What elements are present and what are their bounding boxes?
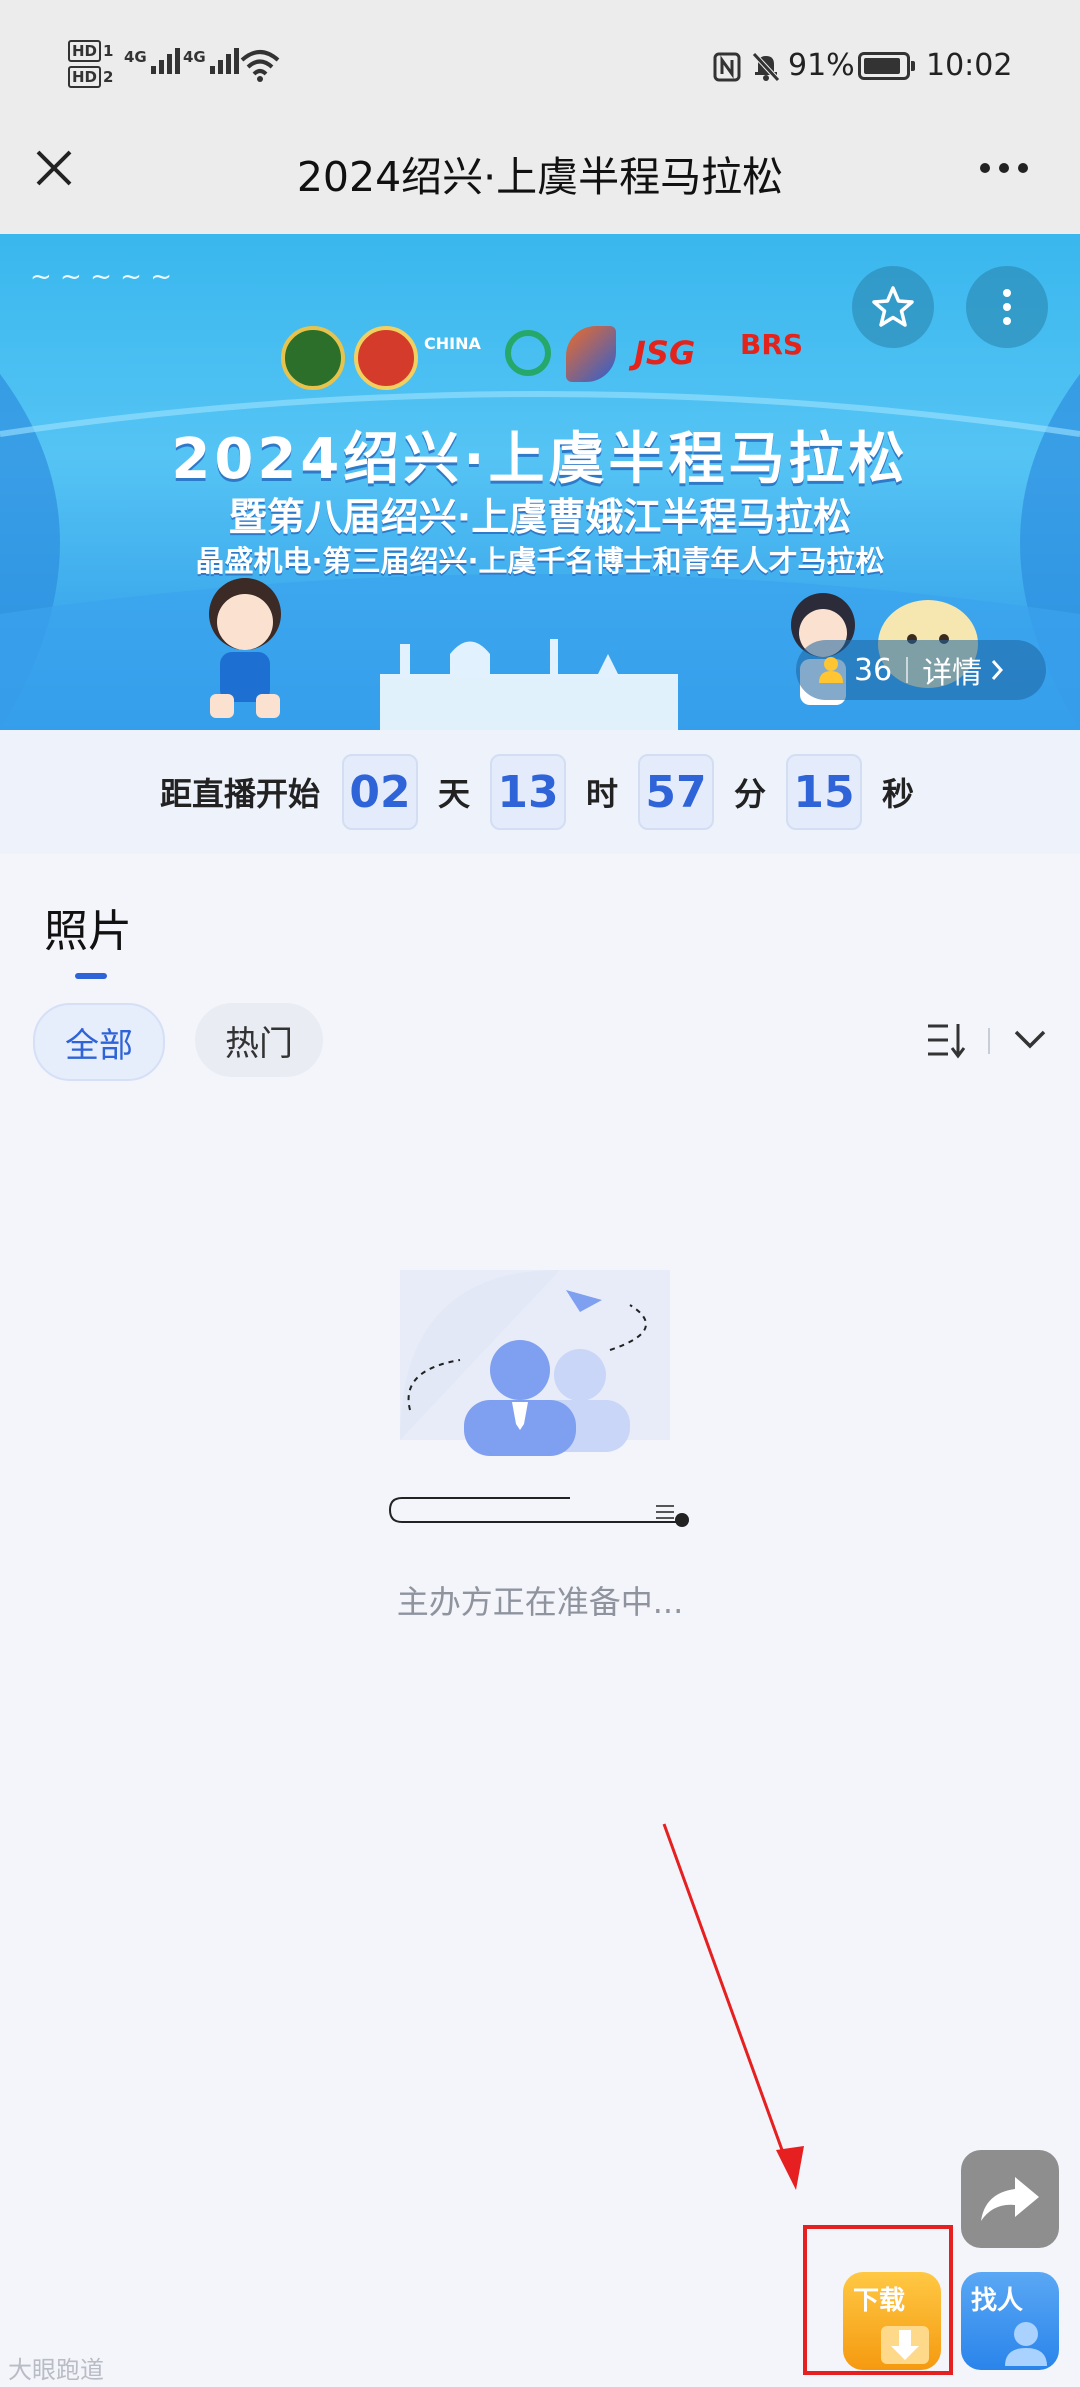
filter-chip-hot[interactable]: 热门 bbox=[195, 1003, 323, 1077]
countdown-days-unit: 天 bbox=[437, 775, 470, 813]
sort-divider bbox=[988, 1028, 990, 1054]
sort-icon[interactable] bbox=[926, 1020, 972, 1060]
details-label: 详情 bbox=[922, 656, 983, 691]
download-label: 下载 bbox=[853, 2286, 906, 2316]
favorite-button[interactable] bbox=[852, 266, 934, 348]
signal-1-icon: 4G bbox=[124, 48, 180, 74]
face-scan-icon bbox=[1005, 2322, 1047, 2366]
download-box-icon bbox=[881, 2326, 929, 2364]
chevron-down-icon[interactable] bbox=[1010, 1022, 1050, 1058]
sponsor-logo-1 bbox=[281, 326, 345, 390]
clock: 10:02 bbox=[926, 48, 1013, 83]
network-type-1: 4G bbox=[124, 48, 147, 66]
chevron-right-icon bbox=[992, 660, 1004, 680]
annotation-arrow bbox=[662, 1823, 804, 2190]
battery-icon bbox=[858, 52, 915, 80]
brs-logo: BRS bbox=[740, 328, 804, 361]
wifi-icon bbox=[240, 50, 280, 82]
countdown-hours-unit: 时 bbox=[585, 775, 618, 813]
active-tab-indicator bbox=[75, 973, 107, 979]
sim1-number: 1 bbox=[103, 42, 114, 60]
mascot-character-left bbox=[209, 578, 281, 718]
more-menu-icon[interactable] bbox=[978, 160, 1030, 176]
countdown-days: 02 bbox=[341, 754, 418, 830]
countdown-seconds-unit: 秒 bbox=[882, 775, 915, 813]
share-button[interactable] bbox=[961, 2150, 1059, 2248]
shangyu-logo bbox=[505, 330, 551, 376]
viewer-count: 36 bbox=[854, 652, 893, 688]
details-pill[interactable]: 36 详情 bbox=[796, 640, 1046, 700]
banner-subtitle-1: 暨第八届绍兴·上虞曹娥江半程马拉松 bbox=[228, 495, 852, 539]
empty-state-illustration bbox=[389, 1270, 689, 1527]
countdown-minutes: 57 bbox=[638, 754, 714, 830]
pill-divider bbox=[906, 657, 909, 683]
page-title: 2024绍兴·上虞半程马拉松 bbox=[296, 153, 784, 201]
jsg-logo: JSG bbox=[634, 334, 696, 372]
vertical-dots-icon bbox=[1003, 289, 1011, 325]
close-icon[interactable] bbox=[32, 146, 76, 190]
nfc-icon bbox=[713, 52, 741, 82]
download-button[interactable]: 下载 bbox=[843, 2272, 941, 2370]
star-icon bbox=[872, 286, 914, 327]
network-type-2: 4G bbox=[183, 48, 206, 66]
countdown-hours: 13 bbox=[489, 754, 566, 830]
live-countdown: 距直播开始 02 天 13 时 57 分 15 秒 bbox=[0, 730, 1080, 854]
filter-chip-all[interactable]: 全部 bbox=[33, 1003, 165, 1081]
sim-indicators: HD 1 HD 2 bbox=[68, 40, 114, 88]
bell-muted-icon bbox=[752, 52, 780, 82]
china-athletics-logo: CHINA bbox=[424, 334, 481, 353]
countdown-label: 距直播开始 bbox=[159, 775, 320, 813]
countdown-minutes-unit: 分 bbox=[734, 775, 767, 813]
countdown-seconds: 15 bbox=[786, 754, 863, 830]
sim1-hd-badge: HD bbox=[68, 40, 102, 62]
sim2-hd-badge: HD bbox=[68, 66, 102, 88]
find-people-label: 找人 bbox=[971, 2286, 1024, 2316]
sponsor-logo-2 bbox=[354, 326, 418, 390]
banner-more-button[interactable] bbox=[966, 266, 1048, 348]
event-banner[interactable]: ~ ~ ~ ~ ~ CHINA JSG BRS 2024绍兴·上虞半程马拉松 暨… bbox=[0, 234, 1080, 730]
watermark: 大眼跑道 bbox=[8, 2356, 104, 2384]
battery-percent: 91% bbox=[788, 48, 855, 83]
empty-state-message: 主办方正在准备中... bbox=[396, 1583, 684, 1621]
user-icon bbox=[819, 657, 843, 683]
tab-photos[interactable]: 照片 bbox=[44, 895, 132, 959]
banner-subtitle-2: 晶盛机电·第三届绍兴·上虞千名博士和青年人才马拉松 bbox=[195, 544, 885, 578]
banner-headline: 2024绍兴·上虞半程马拉松 bbox=[171, 427, 909, 492]
status-bar: HD 1 HD 2 4G 4G 91% 10:02 bbox=[0, 0, 1080, 130]
banner-calligraphy-left: ~ ~ ~ ~ ~ bbox=[30, 262, 172, 292]
share-arrow-icon bbox=[981, 2177, 1039, 2221]
signal-2-icon: 4G bbox=[183, 48, 239, 74]
find-people-button[interactable]: 找人 bbox=[961, 2272, 1059, 2370]
sim2-number: 2 bbox=[103, 68, 114, 86]
